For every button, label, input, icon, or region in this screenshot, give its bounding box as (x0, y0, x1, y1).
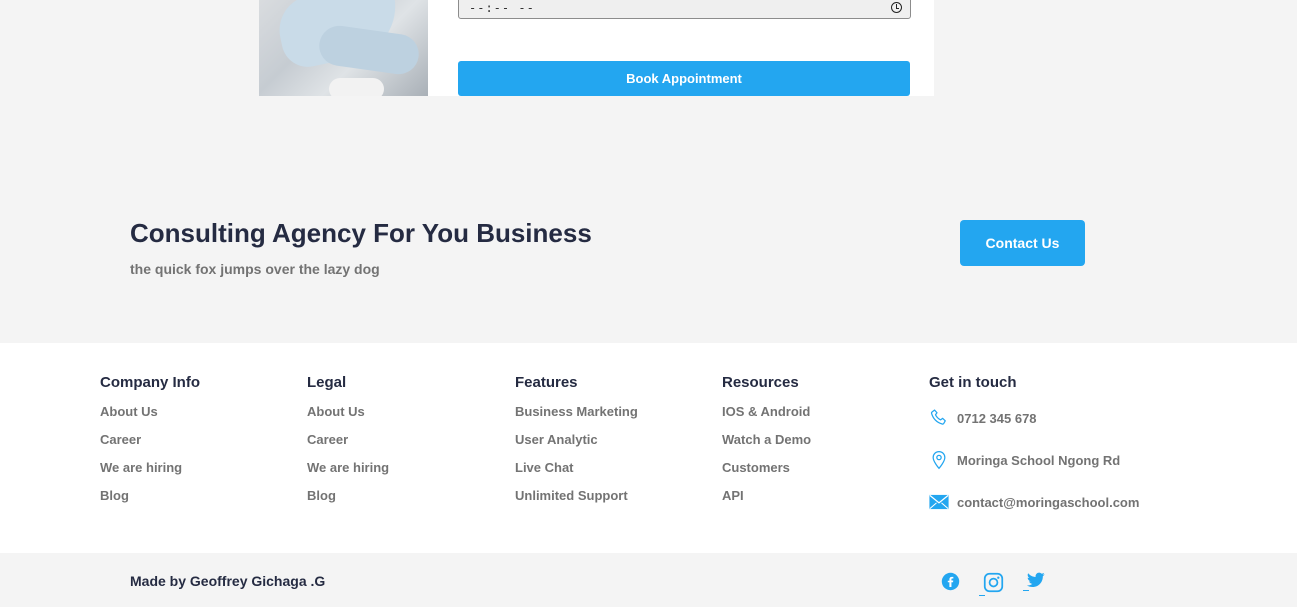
footer-col-features: Features Business Marketing User Analyti… (515, 374, 638, 510)
made-by-credit: Made by Geoffrey Gichaga .G (130, 573, 326, 589)
booking-card: --:-- -- Book Appointment (259, 0, 934, 96)
footer-link-about[interactable]: About Us (100, 398, 200, 426)
bottom-bar: Made by Geoffrey Gichaga .G (0, 553, 1297, 607)
contact-phone[interactable]: 0712 345 678 (929, 405, 1037, 431)
contact-phone-value: 0712 345 678 (957, 410, 1037, 426)
footer-link-hiring[interactable]: We are hiring (307, 454, 389, 482)
footer-link-customers[interactable]: Customers (722, 454, 811, 482)
footer-link-hiring[interactable]: We are hiring (100, 454, 200, 482)
booking-photo (259, 0, 428, 96)
footer-col-contact: Get in touch 0712 345 678 Moringa School… (929, 374, 1229, 510)
footer-col-title: Resources (722, 374, 799, 391)
footer-col-legal: Legal About Us Career We are hiring Blog (307, 374, 389, 510)
contact-email[interactable]: contact@moringaschool.com (929, 489, 1139, 515)
footer-link-career[interactable]: Career (100, 426, 200, 454)
footer-link-unlimited-support[interactable]: Unlimited Support (515, 482, 638, 510)
twitter-icon[interactable] (1023, 572, 1045, 591)
time-input[interactable]: --:-- -- (458, 0, 911, 19)
contact-address-value: Moringa School Ngong Rd (957, 452, 1121, 468)
phone-icon (929, 407, 949, 429)
contact-email-value: contact@moringaschool.com (957, 494, 1140, 510)
location-pin-icon (929, 449, 949, 471)
footer-link-career[interactable]: Career (307, 426, 389, 454)
footer-col-company: Company Info About Us Career We are hiri… (100, 374, 200, 510)
footer-link-business-marketing[interactable]: Business Marketing (515, 398, 638, 426)
footer-col-resources: Resources IOS & Android Watch a Demo Cus… (722, 374, 811, 510)
footer-link-watch-demo[interactable]: Watch a Demo (722, 426, 811, 454)
footer-link-ios-android[interactable]: IOS & Android (722, 398, 811, 426)
mail-icon (929, 491, 949, 513)
footer-col-title: Features (515, 374, 578, 391)
footer-col-title: Get in touch (929, 374, 1017, 391)
footer-link-api[interactable]: API (722, 482, 811, 510)
contact-address[interactable]: Moringa School Ngong Rd (929, 447, 1120, 473)
cta-title: Consulting Agency For You Business (130, 218, 592, 248)
footer: Company Info About Us Career We are hiri… (0, 343, 1297, 553)
footer-link-live-chat[interactable]: Live Chat (515, 454, 638, 482)
footer-col-title: Company Info (100, 374, 200, 391)
cta-subtitle: the quick fox jumps over the lazy dog (130, 261, 380, 277)
footer-link-blog[interactable]: Blog (307, 482, 389, 510)
facebook-icon[interactable] (941, 572, 960, 591)
instagram-icon[interactable] (979, 572, 1004, 596)
footer-link-blog[interactable]: Blog (100, 482, 200, 510)
time-input-value: --:-- -- (469, 1, 535, 15)
clock-icon[interactable] (891, 2, 902, 13)
book-appointment-button[interactable]: Book Appointment (458, 61, 910, 96)
footer-link-user-analytic[interactable]: User Analytic (515, 426, 638, 454)
footer-link-about[interactable]: About Us (307, 398, 389, 426)
footer-col-title: Legal (307, 374, 347, 391)
contact-us-button[interactable]: Contact Us (960, 220, 1085, 266)
